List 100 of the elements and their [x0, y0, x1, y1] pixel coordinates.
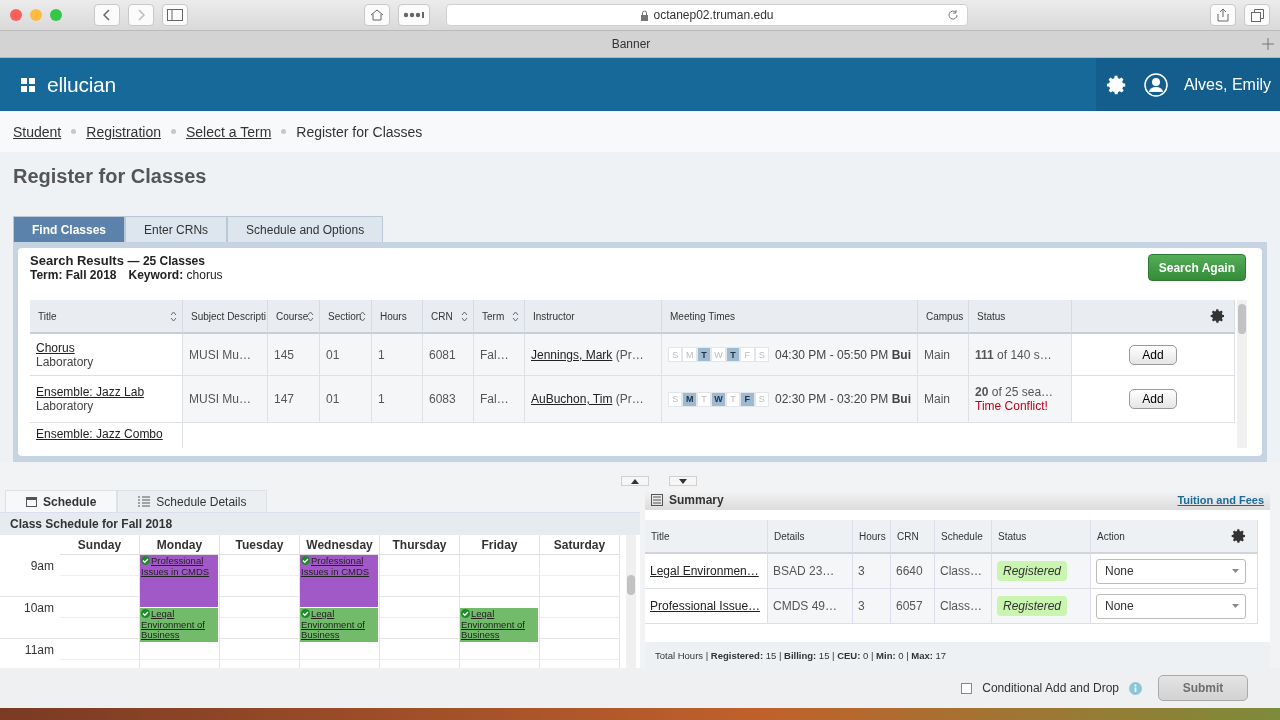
calendar-event[interactable]: Professional Issues in CMDS	[300, 555, 378, 607]
add-button[interactable]: Add	[1129, 389, 1177, 409]
back-button[interactable]	[94, 4, 120, 26]
calendar-event[interactable]: Professional Issues in CMDS	[140, 555, 218, 607]
page-title: Register for Classes	[13, 163, 208, 189]
table-cell-text: Main	[924, 392, 951, 406]
action-dropdown[interactable]: None	[1096, 593, 1246, 619]
expand-up-button[interactable]	[621, 476, 649, 486]
breadcrumb-link[interactable]: Student	[13, 123, 62, 140]
home-icon	[370, 9, 384, 21]
day-header: Saturday	[553, 537, 606, 552]
results-title: Search Results	[30, 253, 124, 268]
keyword-value: chorus	[186, 268, 223, 282]
sort-icon[interactable]	[307, 310, 314, 322]
table-cell: 3	[858, 564, 865, 578]
calendar-event[interactable]: Legal Environment of Business	[140, 608, 218, 642]
calendar-event[interactable]: Legal Environment of Business	[460, 608, 538, 642]
list-icon	[138, 496, 151, 507]
conflict-warning: Time Conflict!	[975, 399, 1049, 413]
table-cell-text: MUSI Mu…	[189, 347, 252, 362]
course-title-link[interactable]: Ensemble: Jazz Lab	[36, 385, 176, 399]
column-header[interactable]: Term	[482, 310, 505, 322]
settings-icon[interactable]	[1210, 308, 1226, 324]
summary-icon	[651, 494, 663, 506]
sidebar-button[interactable]	[162, 4, 188, 26]
close-window-icon[interactable]	[10, 9, 22, 21]
column-header[interactable]: Status	[977, 310, 1006, 322]
day-header: Monday	[156, 537, 203, 552]
column-header[interactable]: Instructor	[533, 310, 575, 322]
sort-icon[interactable]	[359, 310, 366, 322]
column-header: Details	[774, 530, 805, 542]
action-dropdown[interactable]: None	[1096, 558, 1246, 584]
sidebar-icon	[167, 9, 183, 21]
table-cell-text: 145	[274, 347, 296, 362]
home-button[interactable]	[364, 4, 390, 26]
sort-icon[interactable]	[461, 310, 468, 322]
scrollbar[interactable]	[1237, 300, 1247, 448]
schedule-tab[interactable]: Schedule Details	[117, 490, 268, 512]
column-header: Schedule	[941, 530, 983, 542]
collapse-down-button[interactable]	[669, 476, 697, 486]
column-header: CRN	[897, 530, 919, 542]
term-value: Fall 2018	[65, 268, 117, 282]
weekday-indicator: M	[682, 391, 697, 407]
checkbox[interactable]	[961, 682, 973, 694]
brand-logo: ellucian	[47, 72, 116, 97]
tab[interactable]: Enter CRNs	[125, 216, 228, 242]
tuition-fees-link[interactable]: Tuition and Fees	[1177, 494, 1264, 506]
weekday-indicator: M	[682, 347, 697, 362]
user-name[interactable]: Alves, Emily	[1183, 75, 1271, 94]
more-button[interactable]	[398, 4, 430, 26]
calendar-event[interactable]: Legal Environment of Business	[300, 608, 378, 642]
column-header[interactable]: Hours	[380, 310, 407, 322]
sort-icon[interactable]	[170, 310, 177, 322]
column-header[interactable]: Title	[38, 310, 57, 322]
current-page-label: Register for Classes	[296, 123, 423, 140]
schedule-tab[interactable]: Schedule	[5, 490, 118, 512]
app-grid-icon[interactable]	[21, 77, 35, 92]
course-title-link[interactable]: Legal Environmen…	[650, 564, 759, 578]
weekday-indicator: W	[711, 347, 726, 362]
chevron-left-icon	[103, 9, 111, 21]
instructor-role: (Pr…	[615, 347, 644, 362]
table-cell-text: 1	[378, 347, 386, 362]
settings-icon[interactable]	[1231, 528, 1247, 544]
user-avatar-icon[interactable]	[1143, 72, 1168, 97]
course-title-link[interactable]: Chorus	[36, 340, 176, 355]
breadcrumb-link[interactable]: Select a Term	[185, 123, 272, 140]
checkbox-label: Conditional Add and Drop	[982, 681, 1119, 695]
tab[interactable]: Schedule and Options	[227, 216, 384, 242]
schedule-title: Class Schedule for Fall 2018	[10, 517, 173, 531]
table-cell-text: 01	[326, 347, 341, 362]
column-header: Status	[998, 530, 1027, 542]
table-cell: Class…	[940, 599, 982, 613]
address-field[interactable]: octanep02.truman.edu	[446, 4, 968, 26]
results-count: — 25 Classes	[127, 254, 205, 268]
instructor-link[interactable]: Jennings, Mark	[531, 347, 613, 362]
chevron-right-icon	[137, 9, 145, 21]
schedule-type: Laboratory	[36, 354, 95, 369]
lock-icon	[640, 9, 650, 21]
sort-icon[interactable]	[512, 310, 519, 322]
new-tab-icon[interactable]	[1262, 38, 1274, 50]
course-title-link[interactable]: Ensemble: Jazz Combo	[36, 427, 176, 441]
meeting-time: 04:30 PM - 05:50 PM Bui	[774, 347, 912, 362]
column-header[interactable]: Meeting Times	[670, 310, 736, 322]
tabs-button[interactable]	[1244, 4, 1270, 26]
scrollbar[interactable]	[626, 535, 636, 668]
settings-icon[interactable]	[1105, 73, 1128, 96]
tab[interactable]: Find Classes	[13, 216, 126, 242]
instructor-link[interactable]: AuBuchon, Tim	[531, 392, 613, 406]
breadcrumb-link[interactable]: Registration	[86, 123, 161, 140]
column-header: Hours	[859, 530, 886, 542]
summary-title: Summary	[669, 493, 724, 507]
course-title-link[interactable]: Professional Issue…	[650, 599, 761, 613]
table-cell-text: 6083	[429, 392, 457, 406]
add-button[interactable]: Add	[1129, 344, 1177, 365]
column-header[interactable]: CRN	[431, 310, 453, 322]
total-hours: Total Hours | Registered: 15 | Billing: 15 | CEU: 0 | Min: 0 | Max: 17	[655, 649, 947, 661]
table-cell-text: 147	[274, 392, 296, 406]
status-badge: Registered	[997, 561, 1068, 581]
table-cell: 3	[858, 599, 865, 613]
calendar-icon	[26, 496, 37, 507]
